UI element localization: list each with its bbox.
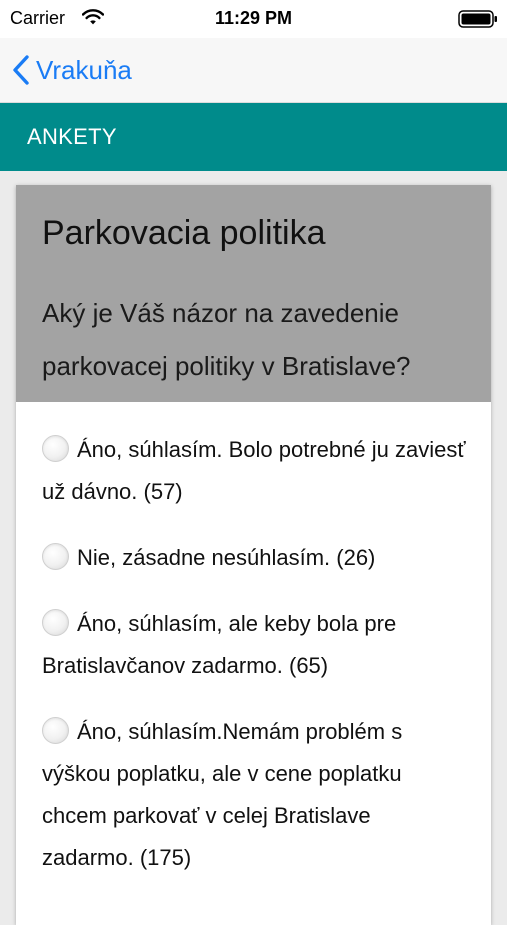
- radio-button-icon[interactable]: [42, 543, 69, 570]
- section-header: ANKETY: [0, 103, 507, 171]
- radio-button-icon[interactable]: [42, 717, 69, 744]
- clock-time: 11:29 PM: [214, 8, 293, 28]
- poll-card: Parkovacia politika Aký je Váš názor na …: [16, 185, 491, 925]
- section-title: ANKETY: [27, 124, 117, 149]
- poll-options: Áno, súhlasím. Bolo potrebné ju zaviesť …: [16, 402, 491, 879]
- battery-icon: [458, 10, 498, 33]
- radio-button-icon[interactable]: [42, 609, 69, 636]
- poll-option-label: Áno, súhlasím. Bolo potrebné ju zaviesť …: [42, 437, 466, 504]
- poll-question: Aký je Váš názor na zavedenie parkovacej…: [42, 298, 411, 381]
- chevron-left-icon: [13, 55, 29, 85]
- status-bar: Carrier 11:29 PM: [0, 0, 507, 38]
- poll-option-label: Áno, súhlasím.Nemám problém s výškou pop…: [42, 719, 403, 870]
- poll-header: Parkovacia politika Aký je Váš názor na …: [16, 185, 491, 402]
- back-button-label: Vrakuňa: [36, 54, 132, 85]
- poll-option-label: Áno, súhlasím, ale keby bola pre Bratisl…: [42, 611, 397, 678]
- poll-title: Parkovacia politika: [42, 214, 326, 252]
- poll-option-4[interactable]: Áno, súhlasím.Nemám problém s výškou pop…: [42, 711, 467, 879]
- poll-option-3[interactable]: Áno, súhlasím, ale keby bola pre Bratisl…: [42, 603, 467, 687]
- back-button[interactable]: Vrakuňa: [12, 52, 132, 88]
- radio-button-icon[interactable]: [42, 435, 69, 462]
- navigation-bar: Vrakuňa: [0, 38, 507, 103]
- poll-option-label: Nie, zásadne nesúhlasím. (26): [77, 545, 376, 570]
- poll-option-2[interactable]: Nie, zásadne nesúhlasím. (26): [42, 537, 467, 579]
- poll-option-1[interactable]: Áno, súhlasím. Bolo potrebné ju zaviesť …: [42, 429, 467, 513]
